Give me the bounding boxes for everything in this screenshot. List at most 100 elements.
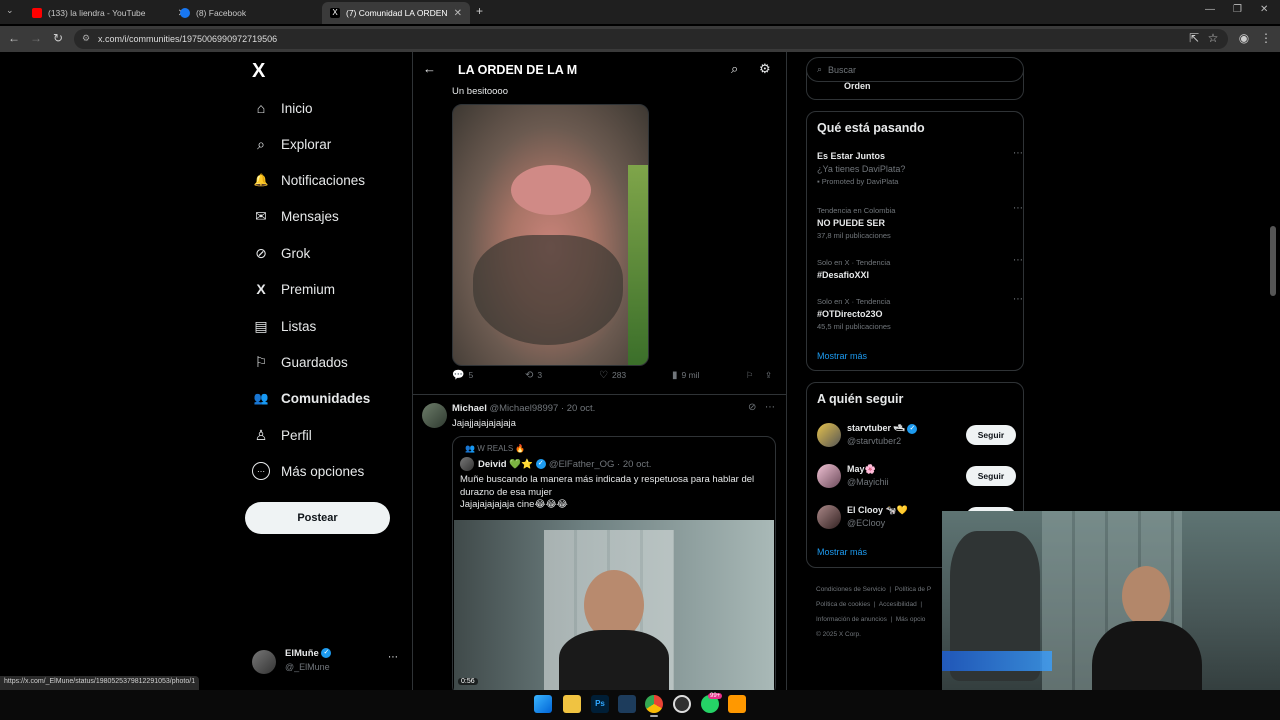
repost-button[interactable]: ⟲ 3	[525, 370, 542, 381]
search-icon[interactable]: ⌕	[731, 61, 738, 77]
taskbar	[0, 690, 1280, 720]
author-handle[interactable]: @Michael98997 · 20 oct.	[490, 403, 596, 414]
nav-item-listas[interactable]: ▤ Listas	[252, 310, 316, 342]
suggestion-name: May🌸	[847, 464, 876, 474]
sublime-icon[interactable]	[728, 695, 746, 713]
more-icon[interactable]: ⋯	[1013, 203, 1023, 214]
footer-link[interactable]: Política de cookies	[816, 601, 870, 608]
x-logo[interactable]: X	[252, 60, 265, 83]
new-tab-icon[interactable]: +	[476, 4, 483, 18]
tab-x-community[interactable]: X (7) Comunidad LA ORDEN DE L ✕	[322, 2, 470, 24]
obs-icon[interactable]	[673, 695, 691, 713]
trend-item[interactable]: Solo en X · Tendencia #DesafioXXI ⋯	[817, 255, 1023, 280]
trend-item[interactable]: Tendencia en Colombia NO PUEDE SER 37,8 …	[817, 203, 1023, 240]
reply-button[interactable]: 💬 5	[452, 370, 473, 381]
footer-link[interactable]: Condiciones de Servicio	[816, 586, 886, 593]
follow-button[interactable]: Seguir	[966, 466, 1016, 486]
author-handle: @ElFather_OG · 20 oct.	[548, 458, 652, 470]
post-button[interactable]: Postear	[245, 502, 390, 534]
quote-video[interactable]: 0:56	[454, 520, 774, 690]
nav-item-mas-opciones[interactable]: ⋯ Más opciones	[252, 455, 364, 487]
nav-item-grok[interactable]: ⊘ Grok	[252, 237, 310, 269]
close-icon[interactable]: ✕	[454, 8, 462, 19]
account-switcher[interactable]: ElMuñe ✓ @_ElMune ⋯	[252, 646, 402, 676]
back-arrow-icon[interactable]: ←	[423, 61, 436, 76]
forward-icon[interactable]: →	[28, 30, 44, 46]
share-icon[interactable]: ⇪	[765, 370, 772, 381]
tab-list-chevron-icon[interactable]: ⌄	[6, 5, 14, 16]
show-more-link[interactable]: Mostrar más	[817, 547, 867, 557]
nav-item-explorar[interactable]: ⌕ Explorar	[252, 128, 331, 160]
photo-detail	[473, 235, 623, 345]
reply-count: 5	[468, 369, 474, 380]
minimize-icon[interactable]: —	[1205, 4, 1215, 15]
nav-item-guardados[interactable]: ⚐ Guardados	[252, 346, 348, 378]
account-handle: @_ElMune	[285, 662, 330, 672]
reload-icon[interactable]: ↻	[50, 30, 66, 46]
windows-icon[interactable]	[534, 695, 552, 713]
views-button[interactable]: ▮ 9 mil	[672, 370, 699, 381]
webcam-overlay	[942, 511, 1280, 720]
photoshop-icon[interactable]: Ps	[591, 695, 609, 713]
files-icon[interactable]	[563, 695, 581, 713]
nav-label: Listas	[281, 318, 317, 334]
nav-item-mensajes[interactable]: ✉ Mensajes	[252, 200, 339, 232]
chrome-icon[interactable]	[645, 695, 663, 713]
trend-item[interactable]: Solo en X · Tendencia #OTDirecto23O 45,5…	[817, 294, 1023, 331]
restore-icon[interactable]: ❐	[1233, 4, 1242, 15]
grok-icon[interactable]: ⊘	[748, 402, 756, 413]
quote-text: Muñe buscando la manera más indicada y r…	[460, 474, 770, 512]
nav-item-premium[interactable]: X Premium	[252, 273, 335, 305]
bookmark-star-icon[interactable]: ☆	[1205, 30, 1221, 46]
verified-badge-icon: ✓	[535, 459, 546, 469]
close-window-icon[interactable]: ✕	[1260, 4, 1268, 15]
app-icon[interactable]	[618, 695, 636, 713]
nav-label: Mensajes	[281, 208, 339, 224]
tab-youtube[interactable]: (133) la liendra - YouTube ✕	[24, 2, 194, 24]
menu-icon[interactable]: ⋮	[1258, 30, 1274, 46]
more-icon[interactable]: ⋯	[1013, 148, 1023, 159]
like-button[interactable]: ♡ 283	[599, 370, 626, 381]
promoted-label: Promoted by DaviPlata	[821, 177, 899, 186]
cast-icon[interactable]: ⇱	[1186, 30, 1202, 46]
more-icon[interactable]: ⋯	[1013, 294, 1023, 305]
site-info-icon[interactable]: ⚙	[82, 33, 90, 44]
footer-link[interactable]: Accesibilidad	[879, 601, 917, 608]
avatar[interactable]	[422, 403, 447, 428]
follow-suggestion[interactable]: starvtuber 🛥 ✓ @starvtuber2 Seguir	[817, 421, 1017, 451]
show-more-link[interactable]: Mostrar más	[817, 351, 867, 361]
footer-link[interactable]: Política de P	[895, 586, 932, 593]
tweet-photo[interactable]	[452, 104, 649, 366]
footer-link[interactable]: Más opcio	[896, 616, 926, 623]
status-url: https://x.com/_ElMune/status/19805253798…	[0, 676, 200, 690]
back-icon[interactable]: ←	[6, 30, 22, 46]
tweet-text: Un besitoooo	[452, 86, 508, 97]
nav-item-notificaciones[interactable]: 🔔 Notificaciones	[252, 164, 366, 196]
nav-item-perfil[interactable]: ♙ Perfil	[252, 419, 312, 451]
home-icon: ⌂	[256, 100, 266, 116]
more-icon[interactable]: ⋯	[1013, 255, 1023, 266]
account-name: ElMuñe	[285, 648, 319, 659]
address-bar[interactable]: ⚙ x.com/i/communities/197500699097271950…	[74, 29, 1228, 49]
profile-icon[interactable]: ◉	[1236, 30, 1252, 46]
footer-link[interactable]: Información de anuncios	[816, 616, 887, 623]
nav-label: Explorar	[281, 136, 332, 152]
nav-label: Comunidades	[281, 390, 371, 406]
more-icon[interactable]: ⋯	[388, 652, 398, 663]
more-icon[interactable]: ⋯	[765, 402, 775, 413]
trend-item[interactable]: Es Estar Juntos ¿Ya tienes DaviPlata? ▪ …	[817, 148, 1023, 186]
tab-facebook[interactable]: (8) Facebook ✕	[172, 2, 342, 24]
page-scrollbar[interactable]	[1270, 226, 1276, 296]
settings-gear-icon[interactable]: ⚙	[759, 61, 771, 77]
grok-icon: ⊘	[255, 244, 267, 261]
author-name[interactable]: Michael	[452, 403, 487, 414]
bookmark-icon[interactable]: ⚐	[746, 370, 754, 381]
community-info-box: Orden	[806, 70, 1024, 100]
follow-suggestion[interactable]: May🌸 @Mayichii Seguir	[817, 462, 1017, 492]
nav-item-inicio[interactable]: ⌂ Inicio	[252, 92, 313, 124]
divider	[413, 394, 786, 395]
community-label: 👥 W REALS 🔥	[465, 444, 525, 453]
follow-button[interactable]: Seguir	[966, 425, 1016, 445]
suggestion-name: starvtuber 🛥	[847, 423, 905, 433]
nav-item-comunidades[interactable]: 👥 Comunidades	[252, 382, 371, 414]
